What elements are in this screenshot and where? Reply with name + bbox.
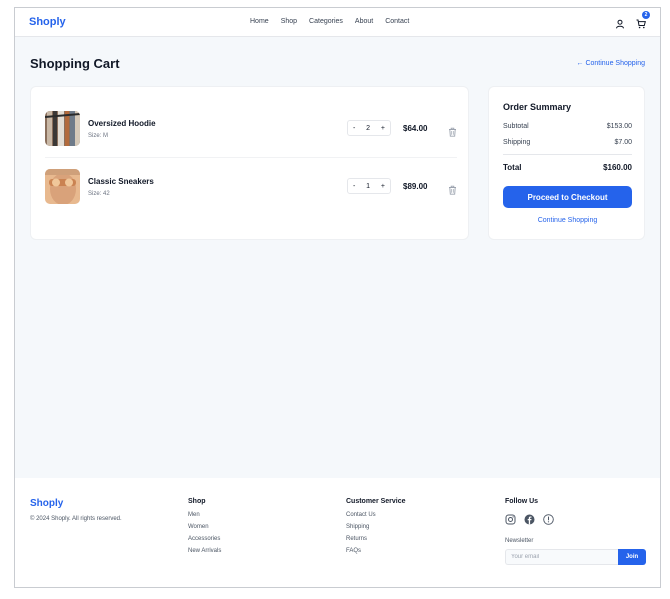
product-size: Size: M (88, 133, 109, 139)
footer-link-accessories[interactable]: Accessories (188, 536, 221, 542)
newsletter-form: Join (505, 549, 646, 565)
footer-link-faqs[interactable]: FAQs (346, 548, 406, 554)
user-icon[interactable] (615, 16, 625, 29)
nav-about[interactable]: About (355, 18, 373, 25)
increase-qty-button[interactable]: + (381, 125, 385, 132)
increase-qty-button[interactable]: + (381, 183, 385, 190)
header-actions: 2 (615, 11, 650, 29)
footer-link-shipping[interactable]: Shipping (346, 524, 406, 530)
newsletter-email-input[interactable] (505, 549, 618, 565)
item-price: $64.00 (403, 124, 428, 133)
pinterest-icon[interactable] (543, 512, 554, 525)
footer-link-new-arrivals[interactable]: New Arrivals (188, 548, 221, 554)
newsletter-label: Newsletter (505, 538, 534, 544)
shipping-value: $7.00 (614, 139, 632, 146)
nav-contact[interactable]: Contact (385, 18, 409, 25)
shipping-label: Shipping (503, 139, 531, 146)
quantity-value: 1 (366, 182, 371, 190)
facebook-icon[interactable] (524, 512, 535, 525)
cart-count-badge: 2 (642, 11, 650, 19)
footer-link-contact-us[interactable]: Contact Us (346, 512, 406, 518)
nav-categories[interactable]: Categories (309, 18, 343, 25)
subtotal-value: $153.00 (606, 123, 632, 130)
footer-shop-column: Shop Men Women Accessories New Arrivals (188, 498, 221, 560)
main-nav: Home Shop Categories About Contact (250, 18, 409, 25)
product-name[interactable]: Oversized Hoodie (88, 119, 156, 128)
footer-heading: Shop (188, 498, 206, 505)
logo[interactable]: Shoply (29, 16, 66, 28)
decrease-qty-button[interactable]: - (353, 183, 355, 190)
trash-icon[interactable] (448, 182, 457, 195)
subtotal-row: Subtotal $153.00 (503, 123, 632, 130)
shipping-row: Shipping $7.00 (503, 139, 632, 146)
footer-link-women[interactable]: Women (188, 524, 221, 530)
instagram-icon[interactable] (505, 512, 516, 525)
cart-item: Oversized Hoodie Size: M - 2 + $64.00 (45, 111, 457, 147)
cart-item: Classic Sneakers Size: 42 - 1 + $89.00 (45, 169, 457, 205)
page-title: Shopping Cart (30, 56, 120, 71)
product-size: Size: 42 (88, 191, 110, 197)
footer-service-column: Customer Service Contact Us Shipping Ret… (346, 498, 406, 560)
product-name[interactable]: Classic Sneakers (88, 177, 154, 186)
decrease-qty-button[interactable]: - (353, 125, 355, 132)
social-links (505, 512, 646, 525)
item-divider (45, 157, 457, 158)
footer-link-men[interactable]: Men (188, 512, 221, 518)
nav-shop[interactable]: Shop (281, 18, 297, 25)
summary-divider (503, 154, 632, 155)
item-price: $89.00 (403, 182, 428, 191)
join-button[interactable]: Join (618, 549, 646, 565)
quantity-stepper: - 1 + (347, 178, 391, 194)
quantity-stepper: - 2 + (347, 120, 391, 136)
total-value: $160.00 (603, 163, 632, 172)
total-row: Total $160.00 (503, 163, 632, 172)
product-image-hoodie[interactable] (45, 111, 80, 146)
footer-heading: Customer Service (346, 498, 406, 505)
quantity-value: 2 (366, 124, 371, 132)
continue-shopping-link[interactable]: ← Continue Shopping (577, 60, 646, 67)
checkout-button[interactable]: Proceed to Checkout (503, 186, 632, 208)
trash-icon[interactable] (448, 124, 457, 137)
cart-icon[interactable]: 2 (636, 11, 650, 29)
footer-link-returns[interactable]: Returns (346, 536, 406, 542)
order-summary-card: Order Summary Subtotal $153.00 Shipping … (488, 86, 645, 240)
continue-shopping-button[interactable]: Continue Shopping (489, 217, 646, 224)
total-label: Total (503, 163, 522, 172)
app-window: Shoply Home Shop Categories About Contac… (14, 7, 661, 588)
subtotal-label: Subtotal (503, 123, 529, 130)
order-summary-title: Order Summary (503, 102, 572, 112)
site-header: Shoply Home Shop Categories About Contac… (15, 8, 660, 37)
footer-heading: Follow Us (505, 498, 539, 505)
copyright: © 2024 Shoply. All rights reserved. (30, 516, 122, 522)
footer-logo[interactable]: Shoply (30, 498, 63, 509)
nav-home[interactable]: Home (250, 18, 269, 25)
site-footer: Shoply © 2024 Shoply. All rights reserve… (15, 478, 660, 587)
footer-follow-column: Follow Us Newsletter Join (505, 498, 646, 565)
cart-items-card: Oversized Hoodie Size: M - 2 + $64.00 Cl… (30, 86, 469, 240)
product-image-sneakers[interactable] (45, 169, 80, 204)
